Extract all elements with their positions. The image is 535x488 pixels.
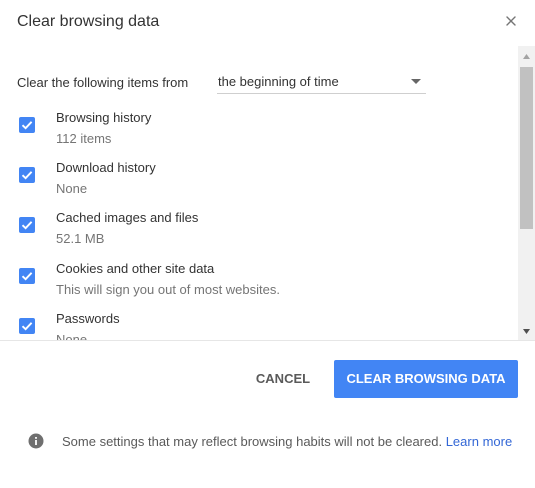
checkmark-icon — [21, 121, 33, 130]
vertical-scrollbar[interactable] — [518, 46, 535, 340]
cancel-button[interactable]: CANCEL — [243, 363, 323, 395]
option-label: Download history — [56, 160, 156, 175]
options-scroll-area[interactable]: Clear the following items from the begin… — [0, 46, 535, 341]
dialog-title: Clear browsing data — [17, 13, 160, 30]
option-detail: 52.1 MB — [56, 231, 105, 246]
footer-notice-text: Some settings that may reflect browsing … — [62, 434, 443, 449]
option-label: Cached images and files — [56, 210, 199, 225]
option-detail: None — [56, 332, 88, 341]
option-label: Browsing history — [56, 110, 152, 125]
option-passwords[interactable]: Passwords None — [17, 311, 497, 341]
close-button[interactable] — [500, 10, 522, 32]
clear-browsing-data-button[interactable]: CLEAR BROWSING DATA — [334, 360, 518, 398]
cached-images-checkbox[interactable] — [19, 217, 35, 233]
option-detail: 112 items — [56, 131, 112, 146]
option-cookies[interactable]: Cookies and other site data This will si… — [17, 261, 497, 305]
time-range-label: Clear the following items from — [17, 75, 189, 90]
option-detail: This will sign you out of most websites. — [56, 282, 280, 297]
checkmark-icon — [21, 171, 33, 180]
time-range-value: the beginning of time — [218, 74, 339, 89]
option-browsing-history[interactable]: Browsing history 112 items — [17, 110, 497, 154]
browsing-history-checkbox[interactable] — [19, 117, 35, 133]
option-detail: None — [56, 181, 88, 196]
option-label: Cookies and other site data — [56, 261, 215, 276]
checkmark-icon — [21, 221, 33, 230]
clear-browsing-data-dialog: Clear browsing data Clear the following … — [0, 0, 535, 488]
cookies-checkbox[interactable] — [19, 268, 35, 284]
close-icon — [506, 16, 516, 26]
footer-notice: Some settings that may reflect browsing … — [62, 432, 517, 452]
option-label: Passwords — [56, 311, 120, 326]
scroll-down-arrow-icon[interactable] — [523, 329, 530, 334]
option-download-history[interactable]: Download history None — [17, 160, 497, 204]
time-range-dropdown[interactable]: the beginning of time — [217, 73, 426, 94]
learn-more-link[interactable]: Learn more — [446, 434, 512, 449]
scroll-up-arrow-icon[interactable] — [523, 54, 530, 59]
time-range-row: Clear the following items from the begin… — [17, 73, 437, 97]
option-cached-images[interactable]: Cached images and files 52.1 MB — [17, 210, 497, 254]
download-history-checkbox[interactable] — [19, 167, 35, 183]
checkmark-icon — [21, 322, 33, 331]
passwords-checkbox[interactable] — [19, 318, 35, 334]
chevron-down-icon — [411, 79, 421, 84]
info-icon — [28, 433, 44, 449]
scrollbar-thumb[interactable] — [520, 67, 533, 229]
checkmark-icon — [21, 272, 33, 281]
